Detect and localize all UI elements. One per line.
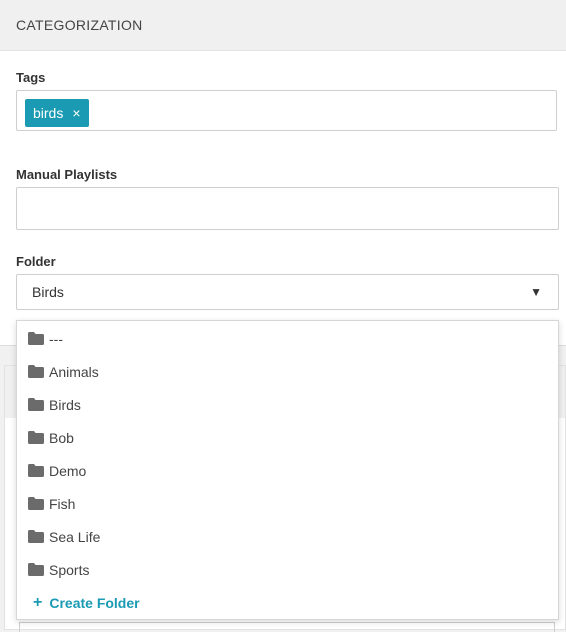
option-label: Sports [49,561,90,578]
option-label: Birds [49,396,81,413]
tags-input[interactable]: birds × [16,90,557,131]
folder-option[interactable]: Sports [17,553,558,586]
folder-option[interactable]: Fish [17,487,558,520]
tag-chip: birds × [25,99,89,127]
close-icon[interactable]: × [72,105,80,121]
folder-icon [28,431,44,444]
option-label: Animals [49,363,99,380]
folder-selected-value: Birds [32,284,64,300]
folder-option[interactable]: --- [17,322,558,355]
folder-icon [28,398,44,411]
tag-text: birds [33,105,64,121]
folder-dropdown: --- Animals Birds Bob Demo Fish Sea Life… [16,320,559,620]
playlists-label: Manual Playlists [16,167,118,182]
option-label: Fish [49,495,76,512]
create-folder-button[interactable]: + Create Folder [17,586,558,619]
folder-icon [28,365,44,378]
folder-select[interactable]: Birds ▼ [16,274,559,310]
caret-down-icon: ▼ [530,285,542,299]
folder-icon [28,497,44,510]
background-input [19,622,555,632]
folder-option[interactable]: Sea Life [17,520,558,553]
option-label: Bob [49,429,74,446]
folder-icon [28,563,44,576]
section-header: CATEGORIZATION [0,0,566,51]
section-title: CATEGORIZATION [16,17,143,33]
folder-icon [28,530,44,543]
categorization-panel: CATEGORIZATION Tags birds × Manual Playl… [0,0,566,346]
folder-option[interactable]: Birds [17,388,558,421]
folder-option[interactable]: Demo [17,454,558,487]
folder-icon [28,464,44,477]
folder-label: Folder [16,254,56,269]
playlists-input[interactable] [16,187,559,230]
tags-label: Tags [16,70,46,85]
option-label: --- [49,330,63,347]
option-label: Demo [49,462,87,479]
option-label: Sea Life [49,528,101,545]
folder-option[interactable]: Bob [17,421,558,454]
create-folder-label: Create Folder [49,594,140,611]
plus-icon: + [33,593,43,611]
folder-option[interactable]: Animals [17,355,558,388]
folder-icon [28,332,44,345]
